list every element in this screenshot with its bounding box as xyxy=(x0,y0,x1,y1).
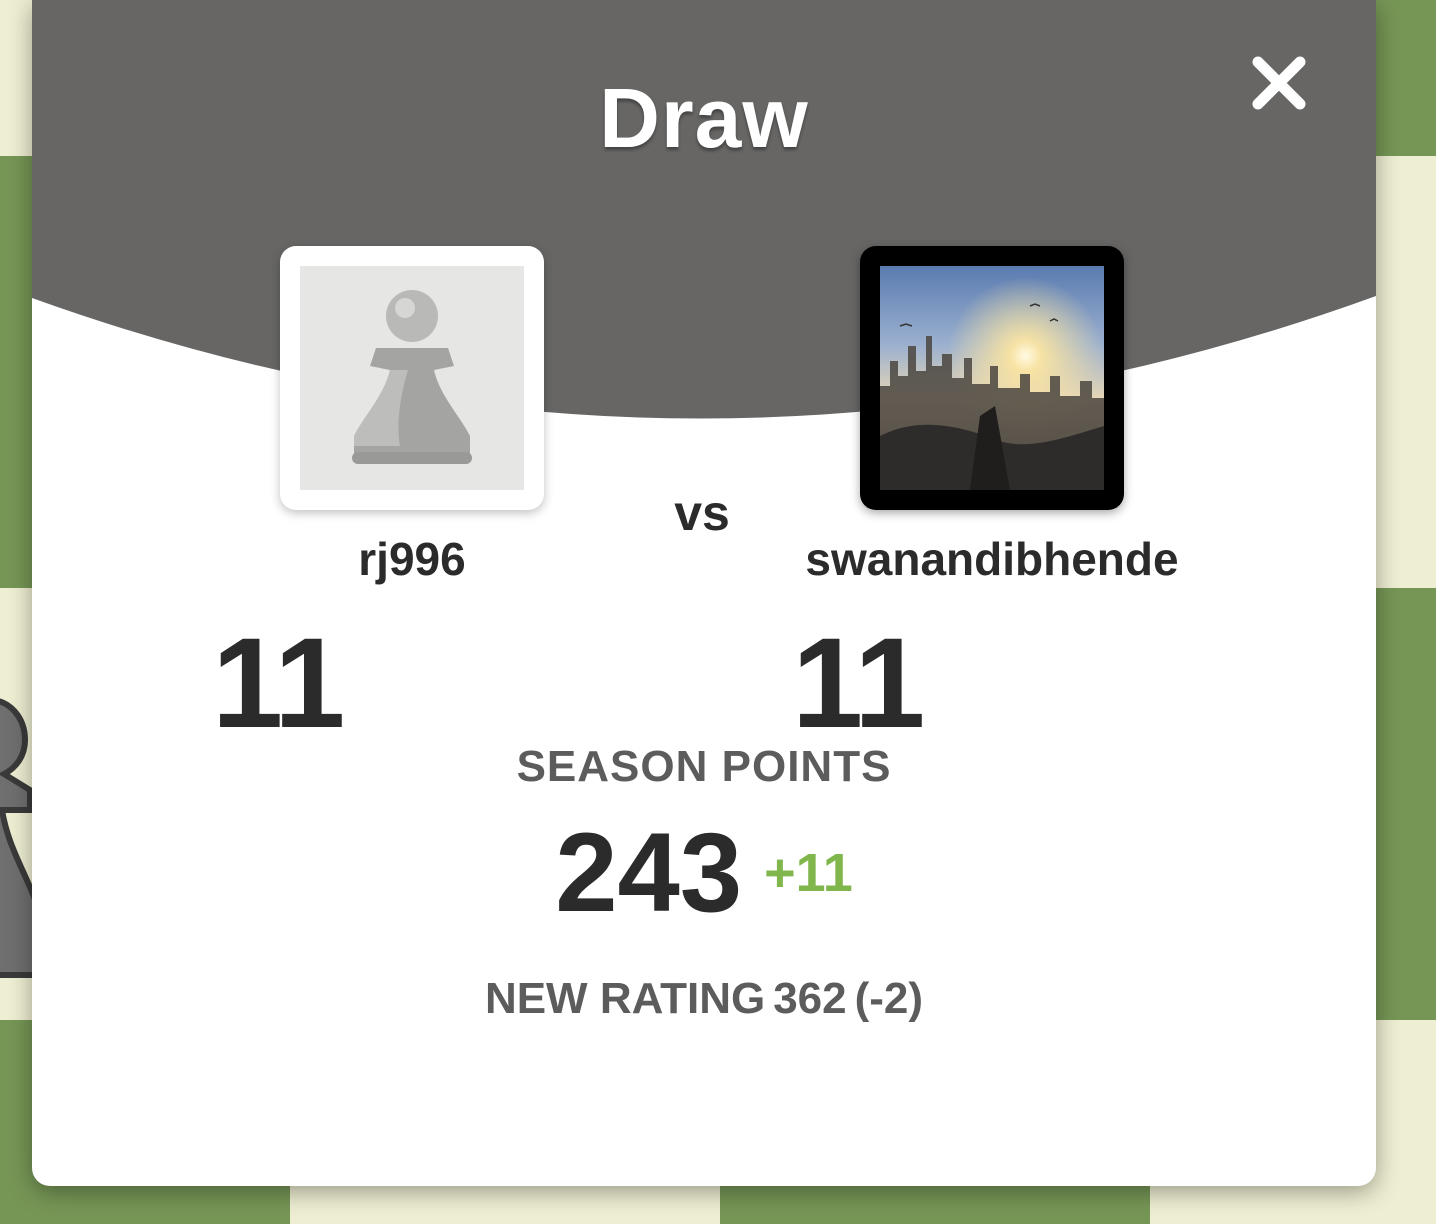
pawn-icon xyxy=(352,290,472,464)
new-rating-line: NEW RATING 362 (-2) xyxy=(32,974,1376,1024)
game-result-modal: Draw vs rj996 swanandibhende 11 11 SEASO… xyxy=(32,0,1376,1186)
new-rating-change: (-2) xyxy=(854,974,924,1023)
new-rating-label: NEW RATING xyxy=(484,974,766,1023)
player-avatar-right[interactable] xyxy=(860,246,1124,510)
season-points-delta: +11 xyxy=(764,842,853,903)
close-button[interactable] xyxy=(1248,52,1310,114)
player-avatar-left[interactable] xyxy=(280,246,544,510)
vs-label: vs xyxy=(674,485,730,541)
modal-header xyxy=(32,0,1376,419)
city-sunset-photo xyxy=(880,266,1104,490)
season-points-label: SEASON POINTS xyxy=(516,742,892,791)
close-icon xyxy=(1252,56,1306,110)
result-title: Draw xyxy=(599,71,809,165)
season-points-value: 243 xyxy=(555,810,743,935)
score-right: 11 xyxy=(792,612,925,755)
new-rating-value: 362 xyxy=(773,974,847,1023)
username-right[interactable]: swanandibhende xyxy=(772,532,1212,586)
username-left[interactable]: rj996 xyxy=(262,532,562,586)
score-left: 11 xyxy=(212,612,345,755)
season-points-row: 243 +11 xyxy=(32,808,1376,937)
